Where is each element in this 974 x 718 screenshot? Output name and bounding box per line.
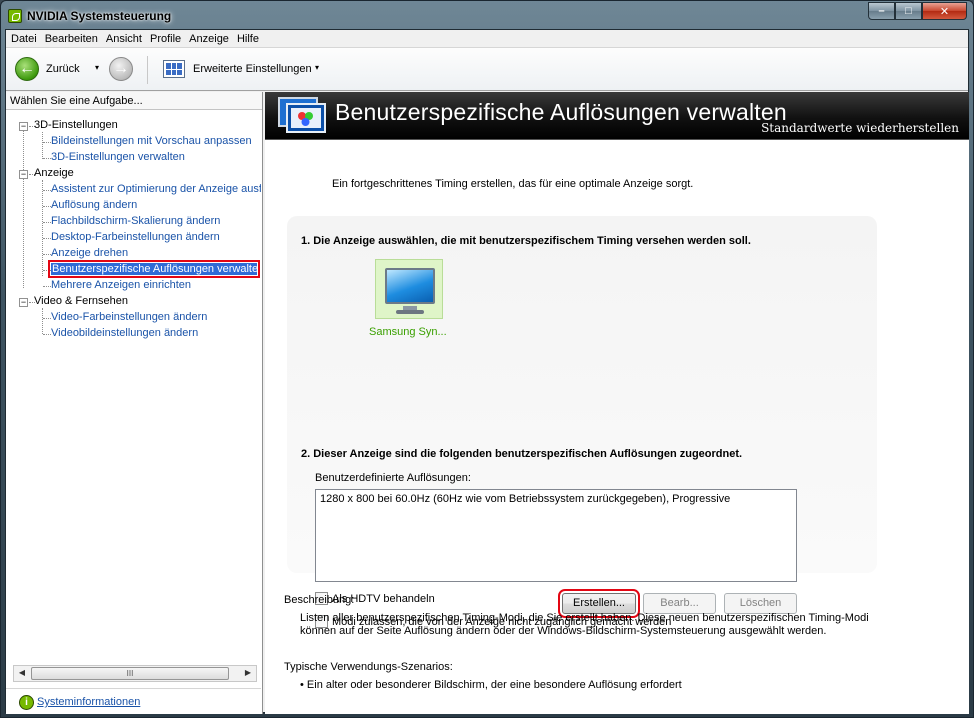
description-line: können auf der Seite Auflösung ändern od…: [300, 625, 827, 637]
tree-item-video-color-settings[interactable]: Video-Farbeinstellungen ändern: [51, 311, 207, 323]
client-area: Datei Bearbeiten Ansicht Profile Anzeige…: [5, 29, 969, 714]
tree-item-setup-multiple-displays[interactable]: Mehrere Anzeigen einrichten: [51, 279, 191, 291]
tree-category-video-tv[interactable]: Video & Fernsehen: [34, 295, 128, 307]
menu-profile[interactable]: Profile: [147, 33, 186, 45]
display-settings-icon: [278, 97, 326, 133]
tree-item-manage-3d-settings[interactable]: 3D-Einstellungen verwalten: [51, 151, 185, 163]
edit-button[interactable]: Bearb...: [643, 593, 716, 614]
scroll-thumb[interactable]: III: [31, 667, 229, 680]
page-intro: Ein fortgeschrittenes Timing erstellen, …: [332, 178, 694, 190]
back-history-dropdown-icon[interactable]: ▾: [95, 63, 99, 72]
advanced-settings-button[interactable]: Erweiterte Einstellungen: [193, 63, 312, 75]
tree-line: [43, 254, 51, 255]
window-controls: – □ ✕: [868, 2, 967, 20]
monitor-base: [396, 310, 424, 314]
scroll-left-icon[interactable]: ◀: [15, 668, 29, 677]
description-text: Listen aller benutzerspezifischen Timing…: [300, 612, 890, 638]
tree-line: [23, 126, 24, 288]
menu-ansicht[interactable]: Ansicht: [103, 33, 147, 45]
expand-collapse-icon[interactable]: −: [19, 122, 28, 131]
tree-item-display-optimization-wizard[interactable]: Assistent zur Optimierung der Anzeige au…: [51, 183, 261, 195]
tree-line: [43, 142, 51, 143]
horizontal-scrollbar[interactable]: ◀ III ▶: [13, 665, 257, 682]
tree-item-custom-resolutions[interactable]: Benutzerspezifische Auflösungen verwalte…: [48, 260, 260, 278]
step-1-heading: 1. Die Anzeige auswählen, die mit benutz…: [301, 235, 751, 247]
system-information-link[interactable]: Systeminformationen: [37, 696, 140, 708]
list-item[interactable]: 1280 x 800 bei 60.0Hz (60Hz wie vom Betr…: [320, 493, 792, 505]
toolbar-separator: [147, 56, 148, 84]
advanced-settings-dropdown-icon[interactable]: ▾: [315, 63, 319, 72]
window-title: NVIDIA Systemsteuerung: [27, 9, 172, 23]
tree-line: [43, 318, 51, 319]
tree-item-video-image-settings[interactable]: Videobildeinstellungen ändern: [51, 327, 198, 339]
settings-panel: 1. Die Anzeige auswählen, die mit benutz…: [287, 216, 877, 628]
task-tree: − 3D-Einstellungen Bildeinstellungen mit…: [6, 114, 261, 664]
tree-line: [43, 286, 51, 287]
app-window: NVIDIA Systemsteuerung – □ ✕ Datei Bearb…: [0, 0, 974, 718]
tree-line: [42, 308, 43, 334]
custom-resolutions-list[interactable]: 1280 x 800 bei 60.0Hz (60Hz wie vom Betr…: [315, 489, 797, 582]
description-line: Listen aller benutzerspezifischen Timing…: [300, 612, 869, 624]
tree-category-display[interactable]: Anzeige: [34, 167, 74, 179]
task-pane-header: Wählen Sie eine Aufgabe...: [6, 92, 262, 110]
delete-button[interactable]: Löschen: [724, 593, 797, 614]
minimize-button[interactable]: –: [868, 2, 895, 20]
expand-collapse-icon[interactable]: −: [19, 170, 28, 179]
scroll-right-icon[interactable]: ▶: [241, 668, 255, 677]
tree-line: [43, 222, 51, 223]
title-bar[interactable]: NVIDIA Systemsteuerung – □ ✕: [1, 1, 973, 29]
tree-line: [43, 238, 51, 239]
menu-bar: Datei Bearbeiten Ansicht Profile Anzeige…: [6, 30, 968, 48]
close-button[interactable]: ✕: [922, 2, 967, 20]
tree-line: [43, 206, 51, 207]
usage-scenario-item: • Ein alter oder besonderer Bildschirm, …: [300, 679, 682, 691]
tree-item-flat-panel-scaling[interactable]: Flachbildschirm-Skalierung ändern: [51, 215, 220, 227]
tree-line: [42, 132, 43, 159]
display-tile-samsung[interactable]: [375, 259, 443, 319]
task-pane: Wählen Sie eine Aufgabe... − 3D-Einstell…: [6, 92, 263, 714]
back-arrow-icon[interactable]: ←: [15, 57, 39, 81]
nvidia-app-icon: [8, 9, 22, 23]
info-icon: i: [19, 695, 34, 710]
usage-scenarios-heading: Typische Verwendungs-Szenarios:: [284, 661, 453, 673]
menu-hilfe[interactable]: Hilfe: [234, 33, 264, 45]
advanced-settings-icon[interactable]: [163, 60, 185, 78]
display-label[interactable]: Samsung Syn...: [369, 326, 447, 338]
tree-line: [43, 190, 51, 191]
custom-resolutions-label: Benutzerdefinierte Auflösungen:: [315, 472, 471, 484]
menu-anzeige[interactable]: Anzeige: [186, 33, 234, 45]
menu-datei[interactable]: Datei: [8, 33, 42, 45]
content-pane: Benutzerspezifische Auflösungen verwalte…: [265, 92, 969, 714]
divider: [6, 688, 261, 689]
create-button[interactable]: Erstellen...: [558, 589, 640, 618]
step-2-heading: 2. Dieser Anzeige sind die folgenden ben…: [301, 448, 743, 460]
expand-collapse-icon[interactable]: −: [19, 298, 28, 307]
tree-line: [43, 334, 51, 335]
page-banner: Benutzerspezifische Auflösungen verwalte…: [265, 92, 969, 140]
forward-arrow-icon[interactable]: →: [109, 57, 133, 81]
tree-line: [43, 270, 51, 271]
tree-line: [43, 158, 51, 159]
tree-line: [42, 180, 43, 276]
tree-item-change-resolution[interactable]: Auflösung ändern: [51, 199, 137, 211]
tree-item-rotate-display[interactable]: Anzeige drehen: [51, 247, 128, 259]
restore-defaults-link[interactable]: Standardwerte wiederherstellen: [761, 121, 959, 135]
tree-category-3d-settings[interactable]: 3D-Einstellungen: [34, 119, 118, 131]
tree-item-image-settings-preview[interactable]: Bildeinstellungen mit Vorschau anpassen: [51, 135, 252, 147]
menu-bearbeiten[interactable]: Bearbeiten: [42, 33, 103, 45]
tree-item-desktop-color-settings[interactable]: Desktop-Farbeinstellungen ändern: [51, 231, 220, 243]
page-title: Benutzerspezifische Auflösungen verwalte…: [335, 99, 787, 125]
monitor-icon: [385, 268, 435, 304]
back-button-label[interactable]: Zurück: [46, 63, 80, 75]
description-heading: Beschreibung:: [284, 594, 355, 606]
maximize-button[interactable]: □: [895, 2, 922, 20]
toolbar: ← Zurück ▾ → Erweiterte Einstellungen ▾: [6, 48, 968, 91]
